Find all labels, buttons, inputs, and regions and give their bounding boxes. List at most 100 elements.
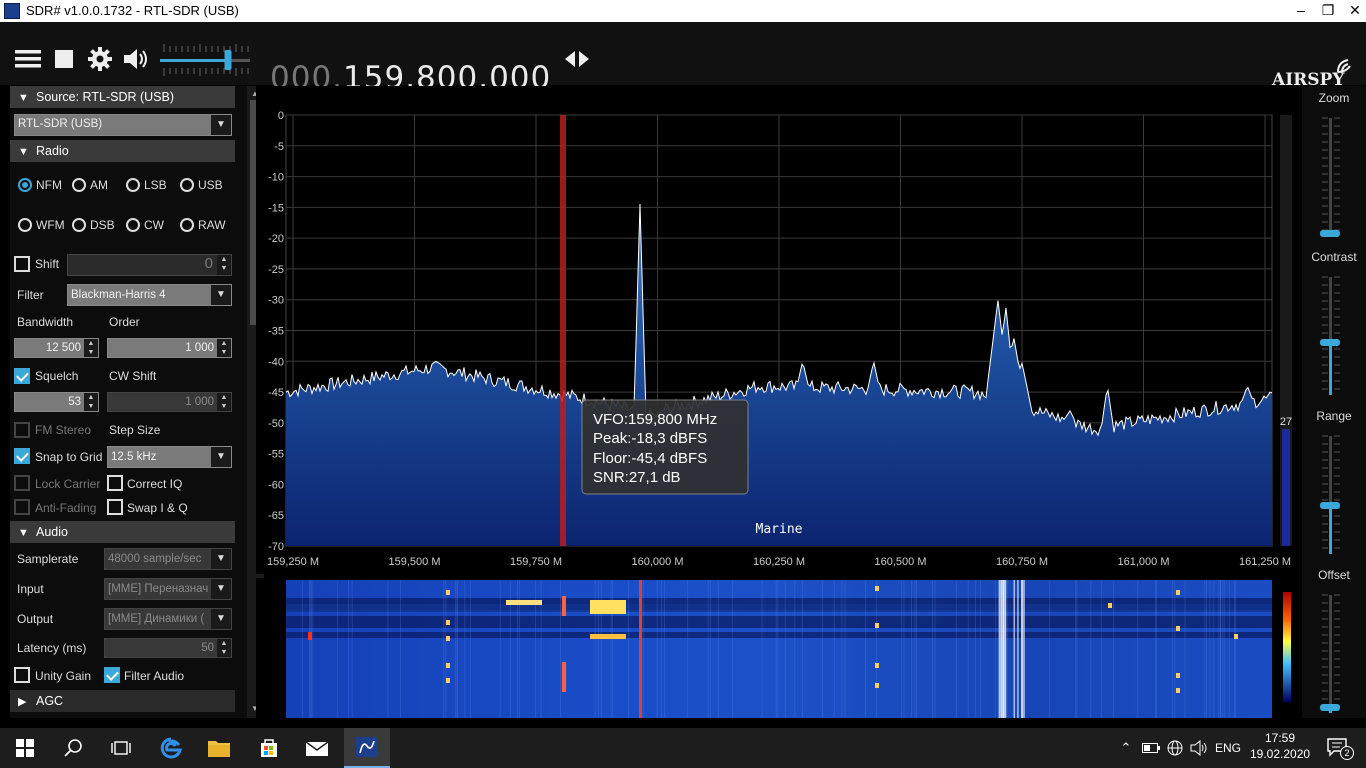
stepper-icon[interactable]: ▲ ▼ bbox=[84, 339, 98, 357]
windows-start-icon[interactable] bbox=[8, 728, 42, 768]
chevron-down-icon: ▼ bbox=[211, 285, 231, 305]
filter-label: Filter bbox=[17, 288, 44, 302]
y-tick-label: -25 bbox=[268, 264, 284, 276]
signal-waves-icon bbox=[1337, 59, 1351, 73]
shift-input[interactable]: 0 ▲ ▼ bbox=[67, 254, 232, 276]
stepper-icon[interactable]: ▲ ▼ bbox=[217, 339, 231, 357]
restore-button[interactable]: ❐ bbox=[1313, 0, 1343, 22]
mode-radio-lsb[interactable] bbox=[126, 178, 140, 192]
y-tick-label: -50 bbox=[268, 418, 284, 430]
x-tick-label: 159,500 M bbox=[389, 556, 441, 568]
unity-gain-checkbox[interactable] bbox=[14, 667, 30, 683]
order-input[interactable]: 1 000 ▲ ▼ bbox=[107, 338, 232, 358]
task-view-icon[interactable] bbox=[104, 728, 138, 768]
latency-input[interactable]: 50 ▲ ▼ bbox=[104, 638, 232, 658]
shift-checkbox[interactable] bbox=[14, 256, 30, 272]
mode-radio-nfm[interactable] bbox=[18, 178, 32, 192]
vfo-marker[interactable] bbox=[560, 115, 566, 546]
step-size-select[interactable]: 12.5 kHz ▼ bbox=[107, 446, 232, 468]
bandwidth-input[interactable]: 12 500 ▲ ▼ bbox=[14, 338, 99, 358]
offset-slider[interactable] bbox=[1320, 594, 1340, 713]
swap-iq-checkbox[interactable] bbox=[107, 499, 123, 515]
y-tick-label: -15 bbox=[268, 202, 284, 214]
taskbar: ⌃ ENG 17:59 19.02.2020 2 bbox=[0, 728, 1366, 768]
clock[interactable]: 17:59 19.02.2020 bbox=[1250, 731, 1310, 761]
tray-chevron-up-icon[interactable]: ⌃ bbox=[1116, 728, 1136, 768]
spectrum-analyzer[interactable]: Marine 0 -5 -10 -15 -20 -25 -30 -35 -40 -45 -50 -55… bbox=[256, 86, 1300, 574]
input-device-select[interactable]: [MME] Переназнач ▼ bbox=[104, 578, 232, 600]
battery-icon[interactable] bbox=[1140, 728, 1162, 768]
cw-shift-label: CW Shift bbox=[109, 369, 157, 383]
bandwidth-label: Bandwidth bbox=[17, 315, 74, 329]
gear-icon[interactable] bbox=[86, 44, 114, 74]
store-icon[interactable] bbox=[250, 728, 288, 768]
squelch-input[interactable]: 53 ▲ ▼ bbox=[14, 392, 99, 412]
y-tick-label: -60 bbox=[268, 479, 284, 491]
volume-icon[interactable] bbox=[1188, 728, 1210, 768]
stepper-icon[interactable]: ▲ ▼ bbox=[217, 393, 231, 411]
radio-section-header[interactable]: ▼ Radio bbox=[10, 140, 235, 162]
lock-carrier-checkbox[interactable] bbox=[14, 475, 30, 491]
collapse-icon: ▼ bbox=[18, 146, 29, 158]
mode-label-am: AM bbox=[90, 178, 108, 192]
agc-section-header[interactable]: ▶ AGC bbox=[10, 690, 235, 712]
title-bar: SDR# v1.0.0.1732 - RTL-SDR (USB) – ❐ ✕ bbox=[0, 0, 1366, 22]
cw-shift-input[interactable]: 1 000 ▲ ▼ bbox=[107, 392, 232, 412]
close-button[interactable]: ✕ bbox=[1340, 0, 1366, 22]
samplerate-select[interactable]: 48000 sample/sec ▼ bbox=[104, 548, 232, 570]
unity-gain-label: Unity Gain bbox=[35, 669, 92, 683]
stepper-icon[interactable]: ▲ ▼ bbox=[217, 255, 231, 275]
stepper-icon[interactable]: ▲ ▼ bbox=[217, 639, 231, 657]
filter-audio-checkbox[interactable] bbox=[104, 667, 120, 683]
notifications-icon[interactable]: 2 bbox=[1318, 728, 1358, 768]
latency-label: Latency (ms) bbox=[17, 641, 87, 655]
mode-radio-am[interactable] bbox=[72, 178, 86, 192]
mode-radio-wfm[interactable] bbox=[18, 218, 32, 232]
snr-meter-value: 27 bbox=[1280, 416, 1292, 428]
mail-icon[interactable] bbox=[298, 728, 336, 768]
audio-section-header[interactable]: ▼ Audio bbox=[10, 521, 235, 543]
contrast-slider[interactable] bbox=[1320, 276, 1340, 395]
edge-browser-icon[interactable] bbox=[152, 728, 190, 768]
x-tick-label: 159,750 M bbox=[510, 556, 562, 568]
correct-iq-checkbox[interactable] bbox=[107, 475, 123, 491]
waterfall-display[interactable] bbox=[256, 578, 1300, 718]
control-panel: ▼ Source: RTL-SDR (USB) RTL-SDR (USB) ▼ ▼ R… bbox=[10, 86, 264, 718]
band-label: Marine bbox=[756, 522, 803, 537]
display-settings-panel: Zoom Contrast Range Offset bbox=[1302, 86, 1366, 718]
y-tick-label: -55 bbox=[268, 449, 284, 461]
fm-stereo-checkbox[interactable] bbox=[14, 422, 30, 438]
source-section-header[interactable]: ▼ Source: RTL-SDR (USB) bbox=[10, 86, 235, 108]
clock-date: 19.02.2020 bbox=[1250, 747, 1311, 761]
filter-select[interactable]: Blackman-Harris 4 ▼ bbox=[67, 284, 232, 306]
tooltip-vfo: VFO:159,800 MHz bbox=[593, 411, 717, 428]
mode-radio-cw[interactable] bbox=[126, 218, 140, 232]
file-explorer-icon[interactable] bbox=[200, 728, 238, 768]
speaker-icon[interactable] bbox=[122, 44, 150, 74]
window-title: SDR# v1.0.0.1732 - RTL-SDR (USB) bbox=[26, 3, 239, 18]
menu-icon[interactable] bbox=[14, 44, 42, 74]
mode-radio-raw[interactable] bbox=[180, 218, 194, 232]
mode-label-wfm: WFM bbox=[36, 218, 65, 232]
volume-slider[interactable] bbox=[160, 42, 256, 78]
correct-iq-label: Correct IQ bbox=[127, 477, 183, 491]
minimize-button[interactable]: – bbox=[1286, 0, 1316, 22]
sdrsharp-taskbar-button[interactable] bbox=[344, 728, 390, 768]
source-device-select[interactable]: RTL-SDR (USB) ▼ bbox=[14, 114, 232, 136]
zoom-slider[interactable] bbox=[1320, 117, 1340, 237]
stop-icon[interactable] bbox=[52, 44, 76, 74]
squelch-checkbox[interactable] bbox=[14, 368, 30, 384]
stepper-icon[interactable]: ▲ ▼ bbox=[84, 393, 98, 411]
network-globe-icon[interactable] bbox=[1164, 728, 1186, 768]
search-icon[interactable] bbox=[56, 728, 90, 768]
mode-radio-usb[interactable] bbox=[180, 178, 194, 192]
range-slider[interactable] bbox=[1320, 435, 1340, 554]
tuning-arrows-icon[interactable] bbox=[562, 44, 592, 74]
output-device-select[interactable]: [MME] Динамики (▼ bbox=[104, 608, 232, 630]
x-tick-label: 161,000 M bbox=[1118, 556, 1170, 568]
language-indicator[interactable]: ENG bbox=[1212, 728, 1244, 768]
mode-radio-dsb[interactable] bbox=[72, 218, 86, 232]
anti-fading-checkbox[interactable] bbox=[14, 499, 30, 515]
samplerate-label: Samplerate bbox=[17, 552, 79, 566]
snap-to-grid-checkbox[interactable] bbox=[14, 448, 30, 464]
